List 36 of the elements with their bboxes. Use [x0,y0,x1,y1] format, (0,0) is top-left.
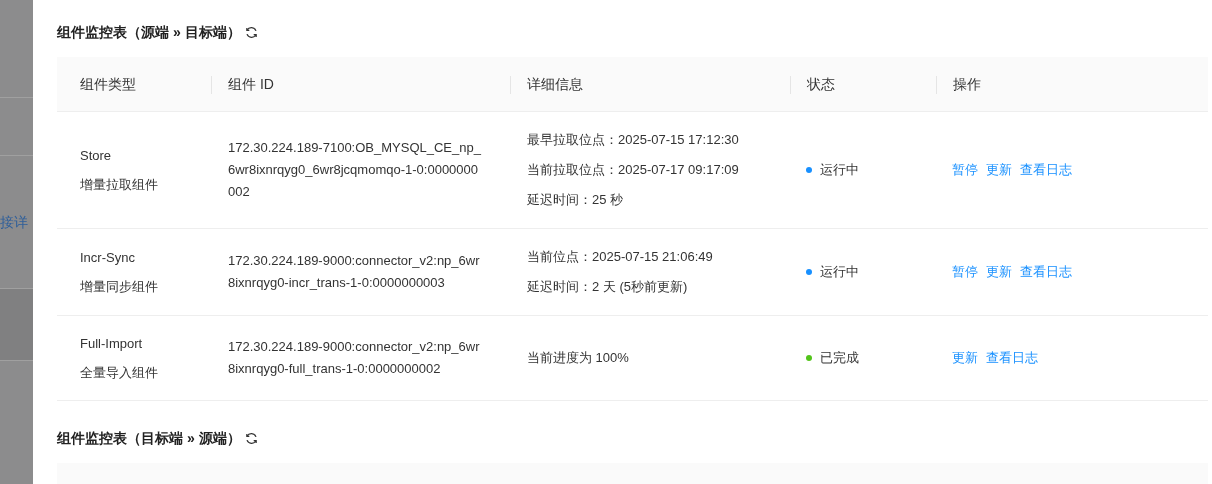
table-cell-text: 当前拉取位点：2025-07-17 09:17:09 [527,161,740,179]
column-header: 状态 [807,74,835,94]
status-text: 运行中 [820,161,859,180]
table-cell-text: Incr-Sync [80,248,136,267]
table-cell-text: 当前位点：2025-07-15 21:06:49 [527,248,714,266]
section-title: 组件监控表（目标端 » 源端） [57,428,241,448]
action-link[interactable]: 查看日志 [1020,160,1072,180]
table-cell-text: 全量导入组件 [80,364,159,382]
table-cell-text: 延迟时间：2 天 (5秒前更新) [527,278,689,296]
table-cell-text: 172.30.224.189-9000:connector_v2:np_6wr8ixnrqyg0-incr_trans-1-0:0000000003 [228,252,481,292]
column-header: 操作 [953,74,981,94]
column-header: 组件 ID [228,74,274,94]
column-header: 组件类型 [80,74,136,94]
action-link[interactable]: 暂停 [952,262,978,282]
table-cell-text: Store [80,146,113,165]
table-cell-text: 增量同步组件 [80,278,159,296]
action-link[interactable]: 暂停 [952,160,978,180]
table-cell-text: 延迟时间：25 秒 [527,191,625,209]
table-cell-text: 最早拉取位点：2025-07-15 17:12:30 [527,131,740,149]
action-link[interactable]: 更新 [986,160,1012,180]
action-link[interactable]: 查看日志 [1020,262,1072,282]
table-cell-text: 当前进度为 100% [527,349,630,367]
status-text: 已完成 [820,349,859,368]
refresh-icon[interactable] [244,25,258,39]
action-link[interactable]: 查看日志 [986,348,1038,368]
column-header: 详细信息 [527,74,583,94]
action-link[interactable]: 更新 [952,348,978,368]
background-text: 接详 [0,212,28,232]
table-cell-text: 172.30.224.189-7100:OB_MYSQL_CE_np_6wr8ixnrqyg0_6wr8jcqmomqo-1-0:0000000002 [228,139,482,201]
table-cell-text: Full-Import [80,334,144,353]
action-link[interactable]: 更新 [986,262,1012,282]
table-cell-text: 增量拉取组件 [80,176,159,194]
table-cell-text: 172.30.224.189-9000:connector_v2:np_6wr8ixnrqyg0-full_trans-1-0:0000000002 [228,338,481,378]
refresh-icon[interactable] [244,431,258,445]
section-title: 组件监控表（源端 » 目标端） [57,22,241,42]
status-text: 运行中 [820,263,859,282]
